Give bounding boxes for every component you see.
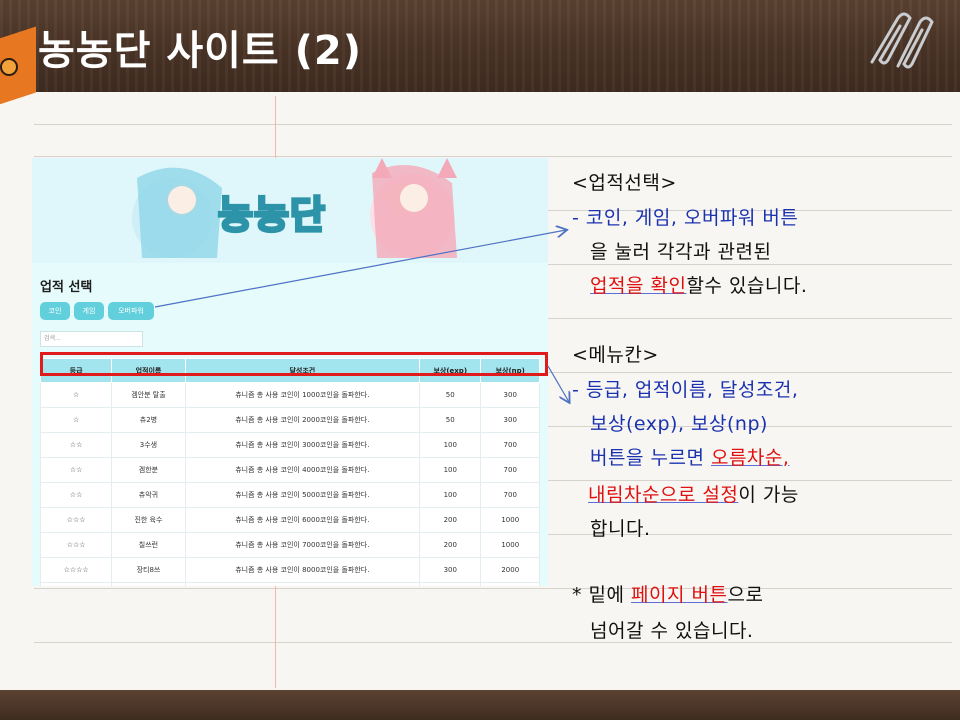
pin-icon — [0, 58, 18, 76]
paperclip-icon — [870, 12, 934, 69]
note-section1-line3: 업적을 확인할수 있습니다. — [590, 271, 807, 298]
note-section1-line1: - 코인, 게임, 오버파워 버튼 — [572, 207, 799, 229]
note-section3-line1: * 밑에 페이지 버튼으로 — [572, 580, 763, 607]
arrow-to-menu-note — [547, 365, 569, 402]
note-section2-line1: - 등급, 업적이름, 달성조건, — [572, 379, 799, 401]
note-text: 이 가능 — [738, 484, 799, 506]
note-emphasis: 업적을 확인 — [590, 275, 687, 297]
arrow-to-buttons-note — [154, 230, 566, 308]
note-section3-line2: 넘어갈 수 있습니다. — [590, 620, 754, 642]
note-section2-line4: 내림차순으로 설정이 가능 — [588, 480, 799, 507]
note-section1-title: <업적선택> — [572, 172, 677, 194]
slide-title: 농농단 사이트 (2) — [38, 28, 363, 74]
note-text: 버튼을 누르면 — [590, 447, 711, 469]
note-section2-line3: 버튼을 누르면 오름차순, — [590, 443, 789, 470]
note-section1-line2: 을 눌러 각각과 관련된 — [590, 241, 772, 263]
note-text: 할수 있습니다. — [686, 275, 808, 297]
bottom-bar — [0, 690, 960, 720]
note-text: 으로 — [727, 584, 764, 606]
callout-arrows — [154, 0, 960, 720]
note-emphasis: 페이지 버튼 — [631, 584, 728, 606]
note-section2-line2: 보상(exp), 보상(np) — [590, 413, 768, 435]
note-emphasis: 내림차순으로 설정 — [588, 484, 739, 506]
note-section2-line5: 합니다. — [590, 518, 651, 540]
note-section2-title: <메뉴칸> — [572, 344, 659, 366]
note-text: * 밑에 — [572, 584, 632, 606]
note-emphasis: 오름차순, — [710, 447, 790, 469]
